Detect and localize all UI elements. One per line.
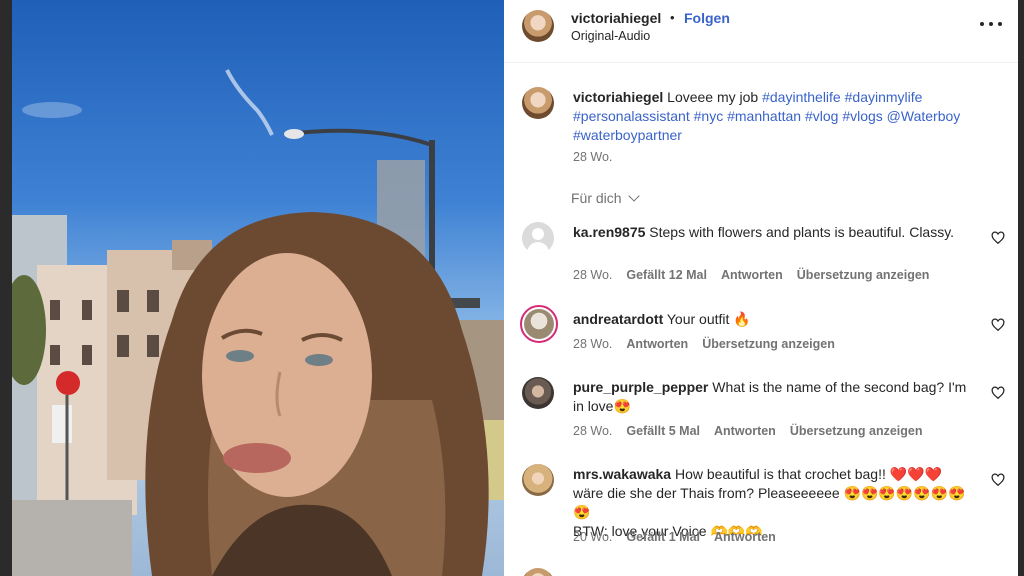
- filter-label: Für dich: [571, 190, 622, 206]
- mention-link[interactable]: @Waterboy: [887, 108, 961, 124]
- video-frame-scene: [12, 69, 504, 576]
- reel-video[interactable]: [12, 0, 504, 576]
- translate-button[interactable]: Übersetzung anzeigen: [702, 337, 835, 351]
- translate-button[interactable]: Übersetzung anzeigen: [790, 424, 923, 438]
- commenter-avatar[interactable]: [522, 222, 554, 254]
- comment-body: Steps with flowers and plants is beautif…: [649, 224, 955, 240]
- comment-time: 28 Wo.: [573, 424, 613, 438]
- comment-body-line: How beautiful is that crochet bag!! ❤️❤️…: [674, 466, 943, 482]
- comment-body: Your outfit 🔥: [666, 311, 751, 327]
- commenter-username[interactable]: andreatardott: [573, 311, 663, 327]
- reply-button[interactable]: Antworten: [721, 268, 783, 282]
- hashtag-link[interactable]: #vlogs: [842, 108, 882, 124]
- hashtag-link[interactable]: #dayinthelife: [762, 89, 841, 105]
- commenter-username[interactable]: ka.ren9875: [573, 224, 645, 240]
- likes-count[interactable]: Gefällt 5 Mal: [626, 424, 700, 438]
- hashtag-link[interactable]: #nyc: [694, 108, 724, 124]
- caption-body: Loveee my job: [667, 89, 759, 105]
- comment-time: 28 Wo.: [573, 337, 613, 351]
- comment-time: 20 Wo.: [573, 530, 613, 544]
- caption-meta: 28 Wo.: [573, 150, 612, 164]
- separator-dot: •: [670, 10, 675, 25]
- reply-button[interactable]: Antworten: [714, 424, 776, 438]
- window-edge-left: [0, 0, 12, 576]
- comment-meta: 28 Wo. Antworten Übersetzung anzeigen: [573, 337, 835, 351]
- hashtag-link[interactable]: #personalassistant: [573, 108, 690, 124]
- comment-filter-dropdown[interactable]: Für dich: [571, 190, 640, 206]
- likes-count[interactable]: Gefällt 1 Mal: [626, 530, 700, 544]
- caption-username[interactable]: victoriahiegel: [573, 89, 663, 105]
- author-avatar[interactable]: [522, 10, 554, 42]
- likes-count[interactable]: Gefällt 12 Mal: [626, 268, 707, 282]
- comment-meta: 28 Wo. Gefällt 5 Mal Antworten Übersetzung …: [573, 424, 923, 438]
- translate-button[interactable]: Übersetzung anzeigen: [797, 268, 930, 282]
- comment-text: andreatardott Your outfit 🔥: [573, 310, 978, 329]
- more-icon[interactable]: [980, 14, 1002, 34]
- like-heart-icon[interactable]: [991, 231, 1005, 245]
- commenter-avatar[interactable]: [520, 305, 558, 343]
- post-header: victoriahiegel • Folgen Original-Audio: [504, 0, 1018, 63]
- reply-button[interactable]: Antworten: [714, 530, 776, 544]
- caption-avatar[interactable]: [522, 87, 554, 119]
- window-edge-right: [1018, 0, 1024, 576]
- commenter-username[interactable]: mrs.wakawaka: [573, 466, 671, 482]
- comment-text: ka.ren9875 Steps with flowers and plants…: [573, 223, 978, 242]
- hashtag-link[interactable]: #waterboypartner: [573, 127, 682, 143]
- like-heart-icon[interactable]: [991, 318, 1005, 332]
- caption-time: 28 Wo.: [573, 150, 613, 164]
- comment-text: pure_purple_pepper What is the name of t…: [573, 378, 978, 416]
- chevron-down-icon: [627, 190, 640, 202]
- commenter-avatar[interactable]: [522, 568, 554, 576]
- caption-text: victoriahiegel Loveee my job #dayintheli…: [573, 88, 978, 145]
- comment-time: 28 Wo.: [573, 268, 613, 282]
- hashtag-link[interactable]: #dayinmylife: [845, 89, 923, 105]
- audio-link[interactable]: Original-Audio: [571, 29, 650, 43]
- post-details-panel: victoriahiegel • Folgen Original-Audio v…: [504, 0, 1018, 576]
- comment-meta: 28 Wo. Gefällt 12 Mal Antworten Übersetzung…: [573, 268, 929, 282]
- follow-button[interactable]: Folgen: [684, 10, 730, 26]
- comment-body-line: wäre die she der Thais from? Pleaseeeeee…: [573, 485, 966, 520]
- commenter-avatar[interactable]: [522, 464, 554, 496]
- commenter-avatar[interactable]: [522, 377, 554, 409]
- like-heart-icon[interactable]: [991, 386, 1005, 400]
- hashtag-link[interactable]: #manhattan: [727, 108, 801, 124]
- author-username[interactable]: victoriahiegel: [571, 10, 661, 26]
- comment-meta: 20 Wo. Gefällt 1 Mal Antworten: [573, 530, 776, 544]
- reply-button[interactable]: Antworten: [626, 337, 688, 351]
- commenter-username[interactable]: pure_purple_pepper: [573, 379, 708, 395]
- like-heart-icon[interactable]: [991, 473, 1005, 487]
- hashtag-link[interactable]: #vlog: [805, 108, 838, 124]
